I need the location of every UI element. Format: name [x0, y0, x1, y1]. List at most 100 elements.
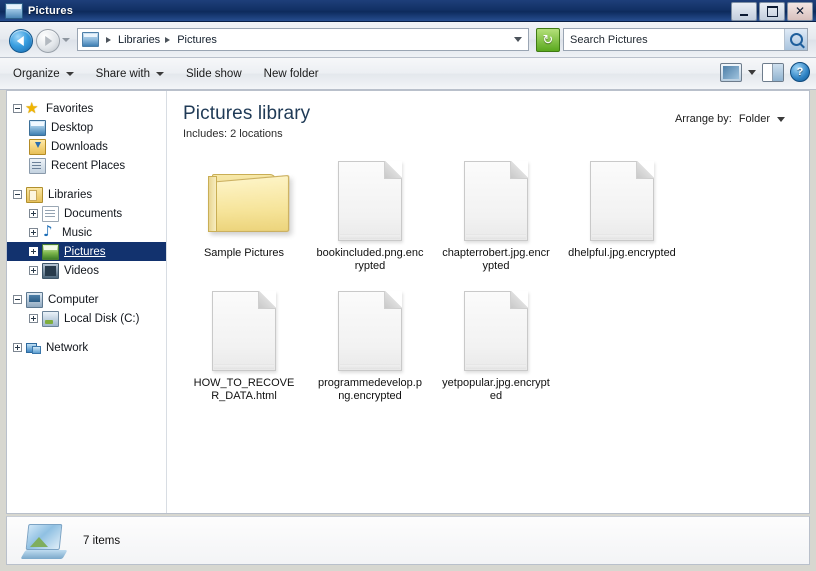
forward-arrow-icon — [45, 36, 53, 46]
organize-label: Organize — [13, 67, 60, 80]
file-item[interactable]: programmedevelop.png.encrypted — [307, 283, 433, 413]
sidebar-item-pictures[interactable]: Pictures — [7, 242, 166, 261]
file-item[interactable]: bookincluded.png.encrypted — [307, 153, 433, 283]
chevron-down-icon[interactable] — [777, 116, 785, 122]
breadcrumb-libraries[interactable]: Libraries — [116, 34, 162, 46]
file-item[interactable]: dhelpful.jpg.encrypted — [559, 153, 685, 283]
forward-button[interactable] — [36, 29, 60, 53]
sidebar-group-computer[interactable]: Computer — [7, 290, 166, 309]
window-controls: ✕ — [731, 2, 813, 21]
help-icon[interactable]: ? — [790, 62, 810, 82]
file-list-pane[interactable]: Pictures library Includes: 2 locations A… — [167, 91, 809, 513]
collapse-icon[interactable] — [13, 104, 22, 113]
expand-icon[interactable] — [29, 314, 38, 323]
local-disk-icon — [42, 310, 59, 327]
collapse-icon[interactable] — [13, 295, 22, 304]
breadcrumb-separator-icon[interactable] — [165, 36, 171, 43]
sidebar-group-label: Favorites — [46, 102, 94, 115]
blank-document-icon — [464, 291, 528, 371]
sidebar-item-music[interactable]: Music — [7, 222, 166, 242]
star-icon — [25, 99, 41, 117]
thumbnail — [464, 283, 528, 379]
file-name: programmedevelop.png.encrypted — [318, 377, 422, 402]
maximize-icon — [766, 6, 778, 17]
recent-pages-caret-icon[interactable] — [62, 38, 70, 42]
refresh-button[interactable]: ↻ — [536, 28, 560, 52]
share-with-button[interactable]: Share with — [87, 64, 173, 84]
sidebar-item-label: Downloads — [51, 140, 108, 153]
sidebar-group-libraries[interactable]: Libraries — [7, 185, 166, 204]
file-item[interactable]: chapterrobert.jpg.encrypted — [433, 153, 559, 283]
music-icon — [42, 222, 57, 240]
window-title: Pictures — [28, 4, 74, 17]
collapse-icon[interactable] — [13, 190, 22, 199]
file-name: bookincluded.png.encrypted — [316, 247, 424, 272]
file-name: Sample Pictures — [203, 247, 285, 259]
sidebar-group-label: Network — [46, 341, 89, 354]
expand-icon[interactable] — [29, 247, 38, 256]
file-name: dhelpful.jpg.encrypted — [568, 247, 676, 259]
sidebar-item-desktop[interactable]: Desktop — [7, 118, 166, 137]
status-bar: 7 items — [6, 516, 810, 565]
preview-pane-icon[interactable] — [762, 62, 784, 82]
explorer-window: Pictures ✕ Libraries Pictures ↻ Search P… — [0, 0, 816, 571]
thumbnail — [208, 153, 290, 249]
sidebar-item-label: Pictures — [64, 245, 106, 258]
address-bar: Libraries Pictures ↻ Search Pictures — [0, 22, 816, 58]
close-button[interactable]: ✕ — [787, 2, 813, 21]
expand-icon[interactable] — [29, 228, 38, 237]
sidebar-item-videos[interactable]: Videos — [7, 261, 166, 280]
organize-button[interactable]: Organize — [4, 64, 83, 84]
slide-show-button[interactable]: Slide show — [177, 64, 251, 84]
file-item-folder[interactable]: Sample Pictures — [181, 153, 307, 283]
expand-icon[interactable] — [29, 209, 38, 218]
recent-places-icon — [29, 157, 46, 174]
computer-icon — [26, 291, 43, 308]
command-bar: Organize Share with Slide show New folde… — [0, 58, 816, 90]
search-box[interactable]: Search Pictures — [563, 28, 808, 51]
navigation-pane[interactable]: Favorites Desktop Downloads Recent Place… — [7, 91, 167, 513]
blank-document-icon — [212, 291, 276, 371]
file-item[interactable]: HOW_TO_RECOVER_DATA.html — [181, 283, 307, 413]
folder-icon — [208, 170, 290, 232]
sidebar-item-recent-places[interactable]: Recent Places — [7, 156, 166, 175]
command-bar-right: ? — [720, 62, 810, 82]
thumbnail — [212, 283, 276, 379]
address-dropdown-caret-icon[interactable] — [514, 37, 522, 42]
thumbnail — [338, 283, 402, 379]
window-icon — [5, 2, 23, 19]
minimize-button[interactable] — [731, 2, 757, 21]
breadcrumb-pictures[interactable]: Pictures — [175, 34, 219, 46]
view-dropdown-caret-icon[interactable] — [748, 69, 756, 75]
sidebar-group-label: Computer — [48, 293, 99, 306]
arrange-by-control[interactable]: Arrange by: Folder — [675, 113, 785, 125]
file-grid: Sample Pictures bookincluded.png.encrypt… — [181, 153, 799, 413]
sidebar-item-label: Documents — [64, 207, 123, 220]
file-item[interactable]: yetpopular.jpg.encrypted — [433, 283, 559, 413]
search-icon[interactable] — [784, 29, 807, 50]
refresh-icon: ↻ — [542, 32, 554, 48]
sidebar-group-favorites[interactable]: Favorites — [7, 99, 166, 118]
sidebar-item-documents[interactable]: Documents — [7, 204, 166, 223]
new-folder-button[interactable]: New folder — [255, 64, 328, 84]
sidebar-group-network[interactable]: Network — [7, 338, 166, 357]
breadcrumb-separator-icon[interactable] — [106, 36, 111, 43]
sidebar-item-label: Music — [62, 226, 93, 239]
expand-icon[interactable] — [29, 266, 38, 275]
file-name: chapterrobert.jpg.encrypted — [442, 247, 550, 272]
library-subtitle: Includes: 2 locations — [183, 128, 283, 140]
back-button[interactable] — [9, 29, 33, 53]
arrange-by-value[interactable]: Folder — [739, 113, 770, 125]
item-count: 7 items — [83, 534, 121, 547]
address-field[interactable]: Libraries Pictures — [77, 28, 529, 51]
change-view-icon[interactable] — [720, 62, 742, 82]
sidebar-item-downloads[interactable]: Downloads — [7, 137, 166, 156]
search-input[interactable]: Search Pictures — [564, 34, 784, 46]
share-with-label: Share with — [95, 67, 151, 80]
sidebar-item-local-disk[interactable]: Local Disk (C:) — [7, 309, 166, 328]
maximize-button[interactable] — [759, 2, 785, 21]
expand-icon[interactable] — [13, 343, 22, 352]
arrange-by-label: Arrange by: — [674, 113, 732, 125]
